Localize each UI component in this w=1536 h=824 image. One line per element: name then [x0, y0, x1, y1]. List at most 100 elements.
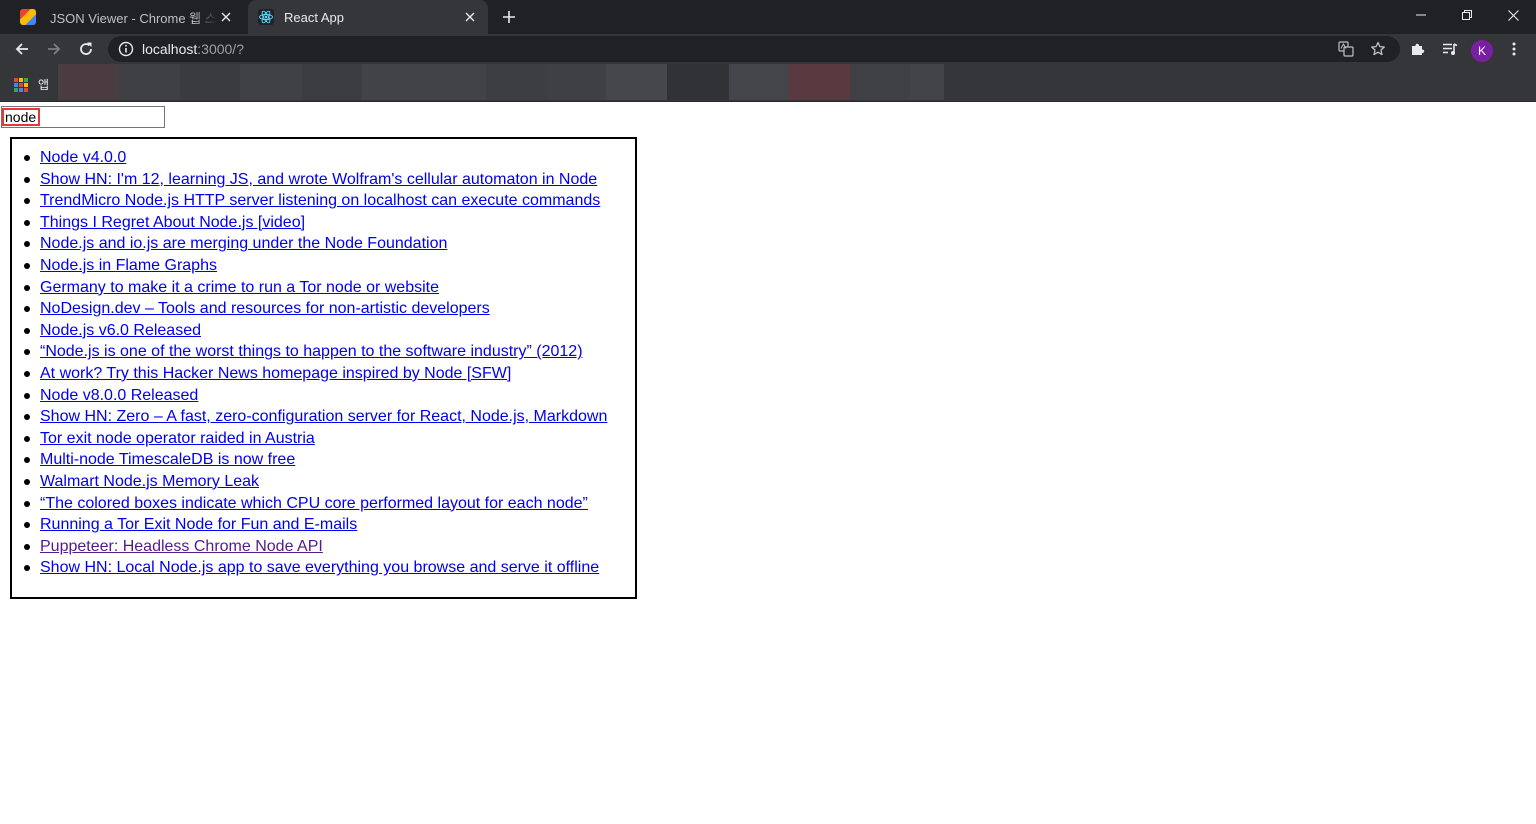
- result-link[interactable]: Node.js in Flame Graphs: [40, 257, 217, 274]
- apps-shortcut[interactable]: 앱: [14, 76, 49, 93]
- result-link[interactable]: Show HN: Local Node.js app to save every…: [40, 559, 599, 576]
- bookmark-item[interactable]: [910, 64, 944, 100]
- list-item: Node.js and io.js are merging under the …: [23, 233, 607, 255]
- close-window-button[interactable]: [1490, 0, 1536, 30]
- result-link[interactable]: “Node.js is one of the worst things to h…: [40, 343, 583, 360]
- translate-icon[interactable]: [1338, 41, 1354, 57]
- list-item: Tor exit node operator raided in Austria: [23, 428, 607, 450]
- bookmark-item[interactable]: [58, 64, 118, 100]
- close-icon[interactable]: [462, 9, 478, 25]
- forward-button[interactable]: [42, 37, 66, 61]
- result-link[interactable]: Tor exit node operator raided in Austria: [40, 430, 315, 447]
- results-list: Node v4.0.0 Show HN: I'm 12, learning JS,…: [23, 147, 607, 579]
- result-link[interactable]: Running a Tor Exit Node for Fun and E-ma…: [40, 516, 357, 533]
- arrow-right-icon: [48, 43, 61, 55]
- json-viewer-favicon-icon: [20, 9, 36, 25]
- media-control-button[interactable]: [1438, 37, 1462, 61]
- results-container: Node v4.0.0 Show HN: I'm 12, learning JS,…: [10, 137, 637, 599]
- result-link[interactable]: Walmart Node.js Memory Leak: [40, 473, 259, 490]
- arrow-left-icon: [15, 43, 28, 55]
- tab-title: React App: [284, 9, 344, 25]
- url-path: :3000/?: [197, 41, 244, 57]
- search-box[interactable]: [1, 106, 165, 128]
- tab-json-viewer[interactable]: JSON Viewer - Chrome 웹 스토어: [8, 0, 244, 34]
- puzzle-icon: [1412, 43, 1425, 55]
- list-item: TrendMicro Node.js HTTP server listening…: [23, 190, 607, 212]
- apps-label: 앱: [38, 78, 50, 92]
- result-link[interactable]: Things I Regret About Node.js [video]: [40, 214, 305, 231]
- url-text: localhost:3000/?: [142, 41, 244, 57]
- info-icon[interactable]: [118, 41, 134, 57]
- minimize-icon: [1416, 14, 1426, 16]
- search-input[interactable]: [2, 108, 40, 126]
- plus-icon: [503, 11, 515, 23]
- restore-icon: [1462, 10, 1472, 20]
- result-link[interactable]: Germany to make it a crime to run a Tor …: [40, 279, 439, 296]
- profile-avatar[interactable]: K: [1471, 40, 1493, 62]
- bookmark-item[interactable]: [789, 64, 850, 100]
- minimize-button[interactable]: [1398, 0, 1444, 30]
- tab-strip: JSON Viewer - Chrome 웹 스토어 React App: [0, 0, 1536, 34]
- reload-button[interactable]: [74, 37, 98, 61]
- list-item: “Node.js is one of the worst things to h…: [23, 341, 607, 363]
- list-item: “The colored boxes indicate which CPU co…: [23, 493, 607, 515]
- list-item: NoDesign.dev – Tools and resources for n…: [23, 298, 607, 320]
- list-item: Node.js v6.0 Released: [23, 320, 607, 342]
- list-item: Germany to make it a crime to run a Tor …: [23, 277, 607, 299]
- menu-button[interactable]: [1502, 37, 1526, 61]
- result-link[interactable]: Node v8.0.0 Released: [40, 387, 198, 404]
- list-item: At work? Try this Hacker News homepage i…: [23, 363, 607, 385]
- bookmark-star-icon[interactable]: [1370, 41, 1386, 57]
- list-item: Show HN: Zero – A fast, zero-configurati…: [23, 406, 607, 428]
- bookmark-item[interactable]: [850, 64, 910, 100]
- list-item: Running a Tor Exit Node for Fun and E-ma…: [23, 514, 607, 536]
- browser-toolbar: localhost:3000/? K: [0, 34, 1536, 64]
- result-link[interactable]: Node v4.0.0: [40, 149, 126, 166]
- playlist-icon: [1443, 43, 1458, 55]
- list-item: Show HN: Local Node.js app to save every…: [23, 557, 607, 579]
- list-item: Node.js in Flame Graphs: [23, 255, 607, 277]
- list-item: Walmart Node.js Memory Leak: [23, 471, 607, 493]
- bookmark-item[interactable]: [729, 64, 789, 100]
- bookmarks-bar: 앱: [0, 64, 1536, 102]
- bookmark-item[interactable]: [486, 64, 546, 100]
- page-content: Node v4.0.0 Show HN: I'm 12, learning JS,…: [0, 102, 1536, 824]
- bookmark-item[interactable]: [180, 64, 240, 100]
- address-bar[interactable]: localhost:3000/?: [108, 36, 1400, 62]
- result-link[interactable]: “The colored boxes indicate which CPU co…: [40, 495, 588, 512]
- list-item: Multi-node TimescaleDB is now free: [23, 449, 607, 471]
- result-link[interactable]: Puppeteer: Headless Chrome Node API: [40, 538, 323, 555]
- result-link[interactable]: Node.js v6.0 Released: [40, 322, 201, 339]
- list-item: Node v8.0.0 Released: [23, 385, 607, 407]
- new-tab-button[interactable]: [498, 6, 520, 28]
- list-item: Node v4.0.0: [23, 147, 607, 169]
- result-link[interactable]: Multi-node TimescaleDB is now free: [40, 451, 295, 468]
- bookmark-item[interactable]: [667, 64, 729, 100]
- restore-button[interactable]: [1444, 0, 1490, 30]
- result-link[interactable]: TrendMicro Node.js HTTP server listening…: [40, 192, 600, 209]
- extensions-button[interactable]: [1406, 37, 1430, 61]
- close-icon[interactable]: [218, 9, 234, 25]
- bookmark-item[interactable]: [240, 64, 302, 100]
- tab-react-app[interactable]: React App: [248, 0, 488, 34]
- more-vertical-icon: [1512, 42, 1516, 56]
- result-link[interactable]: Node.js and io.js are merging under the …: [40, 235, 447, 252]
- back-button[interactable]: [10, 37, 34, 61]
- list-item: Things I Regret About Node.js [video]: [23, 212, 607, 234]
- result-link[interactable]: Show HN: Zero – A fast, zero-configurati…: [40, 408, 607, 425]
- reload-icon: [80, 42, 92, 55]
- tab-title: JSON Viewer - Chrome 웹 스토어: [50, 10, 218, 26]
- bookmark-item[interactable]: [546, 64, 606, 100]
- list-item: Puppeteer: Headless Chrome Node API: [23, 536, 607, 558]
- list-item: Show HN: I'm 12, learning JS, and wrote …: [23, 169, 607, 191]
- apps-grid-icon: [14, 77, 28, 92]
- bookmark-item[interactable]: [118, 64, 180, 100]
- bookmark-item[interactable]: [302, 64, 362, 100]
- result-link[interactable]: NoDesign.dev – Tools and resources for n…: [40, 300, 490, 317]
- result-link[interactable]: At work? Try this Hacker News homepage i…: [40, 365, 511, 382]
- url-host: localhost: [142, 41, 198, 57]
- close-icon: [1507, 9, 1519, 21]
- bookmark-item[interactable]: [606, 64, 667, 100]
- bookmark-item[interactable]: [362, 64, 486, 100]
- result-link[interactable]: Show HN: I'm 12, learning JS, and wrote …: [40, 171, 597, 188]
